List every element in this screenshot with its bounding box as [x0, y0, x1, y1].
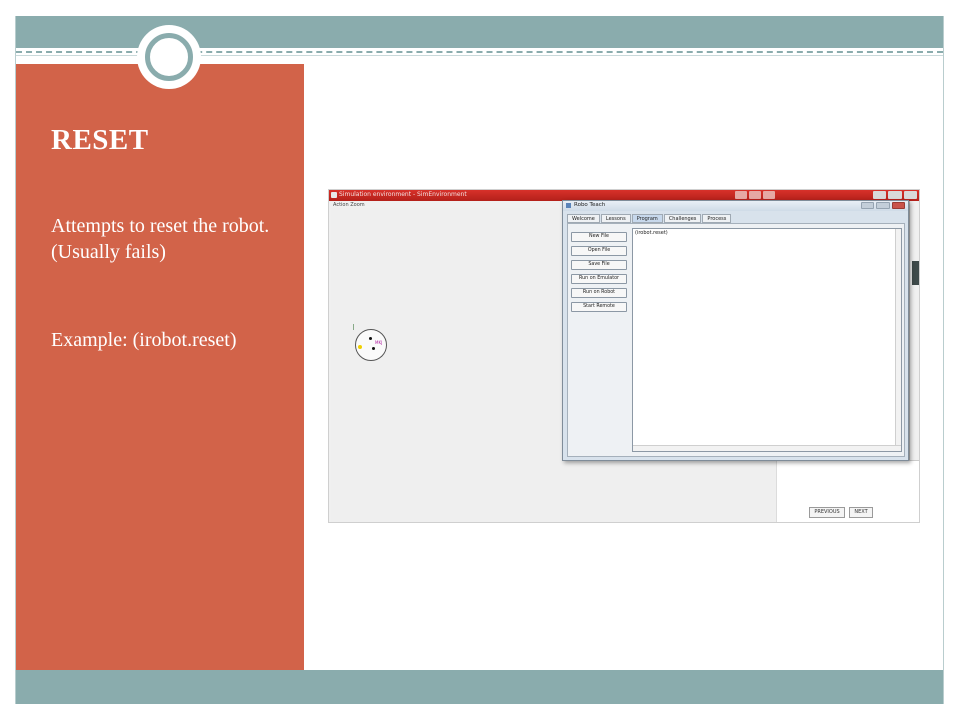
close-icon [891, 202, 905, 209]
minimize-icon [735, 191, 747, 199]
robo-teach-window: Robo Teach Welcome Lessons Program Chall… [562, 200, 909, 461]
new-file-button: New File [571, 232, 627, 242]
frame-right-edge [943, 16, 944, 704]
app-icon [331, 192, 337, 198]
sim-window-title: Simulation environment - SimEnvironment [339, 191, 467, 198]
slide-example-text: Example: (irobot.reset) [51, 329, 237, 351]
run-on-emulator-button: Run on Emulator [571, 274, 627, 284]
previous-button: PREVIOUS [809, 507, 845, 518]
slide-body-text: Attempts to reset the robot. (Usually fa… [51, 215, 270, 263]
editor-vertical-scrollbar [895, 229, 901, 446]
outer-window-controls [873, 191, 917, 199]
close-icon [903, 191, 917, 199]
start-remote-button: Start Remote [571, 302, 627, 312]
heading-marker [353, 324, 354, 330]
embedded-screenshot: Simulation environment - SimEnvironment … [328, 189, 920, 523]
circle-ornament-icon [137, 25, 201, 89]
minimize-icon [861, 202, 875, 209]
program-button-column: New File Open File Save File Run on Emul… [571, 232, 629, 316]
tab-lessons: Lessons [600, 214, 631, 223]
tab-process: Process [702, 214, 732, 223]
code-editor: (irobot.reset) [632, 228, 902, 452]
minimize-icon [873, 191, 887, 199]
sensor-dot [369, 337, 372, 340]
maximize-icon [888, 191, 902, 199]
maximize-icon [876, 202, 890, 209]
lesson-nav-panel: PREVIOUS NEXT [777, 460, 919, 522]
tab-program: Program [631, 214, 663, 223]
scrollbar-thumb [912, 261, 919, 285]
outer-scrollbar [909, 201, 919, 461]
sensor-dot [372, 347, 375, 350]
robot-icon: MKJ [355, 329, 387, 361]
maximize-icon [749, 191, 761, 199]
robo-teach-tabs: Welcome Lessons Program Challenges Proce… [567, 214, 732, 223]
bumper-dot [358, 345, 362, 349]
robo-teach-title: Robo Teach [574, 202, 606, 208]
program-tab-body: New File Open File Save File Run on Emul… [567, 223, 905, 457]
code-editor-text: (irobot.reset) [635, 230, 668, 236]
open-file-button: Open File [571, 246, 627, 256]
bottom-decorative-band [16, 670, 943, 704]
sim-window-controls [735, 191, 775, 199]
save-file-button: Save File [571, 260, 627, 270]
robot-label: MKJ [375, 340, 383, 345]
editor-horizontal-scrollbar [633, 445, 901, 451]
close-icon [763, 191, 775, 199]
next-button: NEXT [849, 507, 873, 518]
tab-challenges: Challenges [663, 214, 702, 223]
robo-teach-window-controls [861, 202, 905, 209]
slide-title: RESET [51, 124, 149, 156]
run-on-robot-button: Run on Robot [571, 288, 627, 298]
tab-welcome: Welcome [567, 214, 600, 223]
robo-teach-titlebar: Robo Teach [563, 201, 908, 211]
app-icon [566, 203, 571, 208]
ornament-ring [145, 33, 193, 81]
